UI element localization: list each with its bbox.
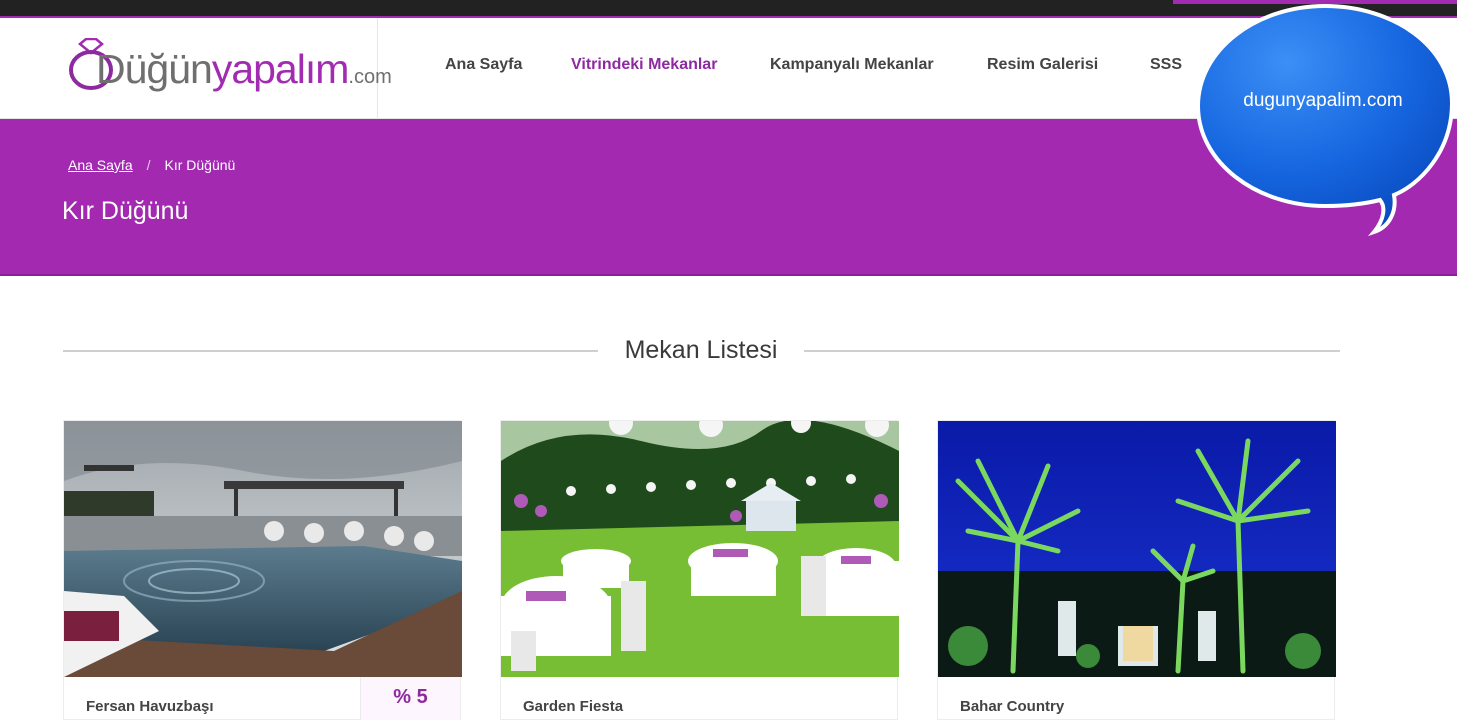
nav-item-vitrindeki-mekanlar[interactable]: Vitrindeki Mekanlar (571, 56, 717, 74)
garden-tables-photo[interactable] (501, 421, 899, 677)
logo-word-1: Düğün (96, 46, 213, 92)
venue-card[interactable]: Garden Fiesta (500, 420, 899, 720)
nav-item-kampanyali-mekanlar[interactable]: Kampanyalı Mekanlar (770, 56, 934, 74)
breadcrumb-current: Kır Düğünü (164, 157, 236, 173)
venue-name[interactable]: Bahar Country (960, 698, 1064, 715)
breadcrumb-home-link[interactable]: Ana Sayfa (68, 157, 133, 173)
breadcrumb-separator: / (146, 157, 151, 173)
section-divider-left (63, 350, 598, 352)
venue-card[interactable]: Fersan Havuzbaşı % 5 (63, 420, 462, 720)
poolside-venue-photo[interactable] (64, 421, 462, 677)
nav-item-resim-galerisi[interactable]: Resim Galerisi (987, 56, 1098, 74)
section-title: Mekan Listesi (624, 336, 778, 364)
logo-word-2: yapalım (211, 46, 350, 92)
venue-card[interactable]: Bahar Country (937, 420, 1336, 720)
night-palm-garden-photo[interactable] (938, 421, 1336, 677)
venue-name[interactable]: Fersan Havuzbaşı (86, 698, 214, 715)
page-title: Kır Düğünü (62, 197, 189, 225)
nav-item-ana-sayfa[interactable]: Ana Sayfa (445, 56, 522, 74)
breadcrumb: Ana Sayfa / Kır Düğünü (68, 157, 235, 173)
speech-bubble-text: dugunyapalim.com (1243, 90, 1403, 111)
logo-word-3: .com (348, 66, 392, 88)
speech-bubble (1195, 3, 1455, 237)
discount-badge: % 5 (360, 677, 460, 720)
nav-item-sss[interactable]: SSS (1150, 56, 1182, 74)
logo[interactable]: Düğünyapalım.com (0, 18, 392, 119)
venue-name[interactable]: Garden Fiesta (523, 698, 623, 715)
section-divider-right (804, 350, 1340, 352)
logo-text: Düğünyapalım.com (96, 46, 392, 93)
